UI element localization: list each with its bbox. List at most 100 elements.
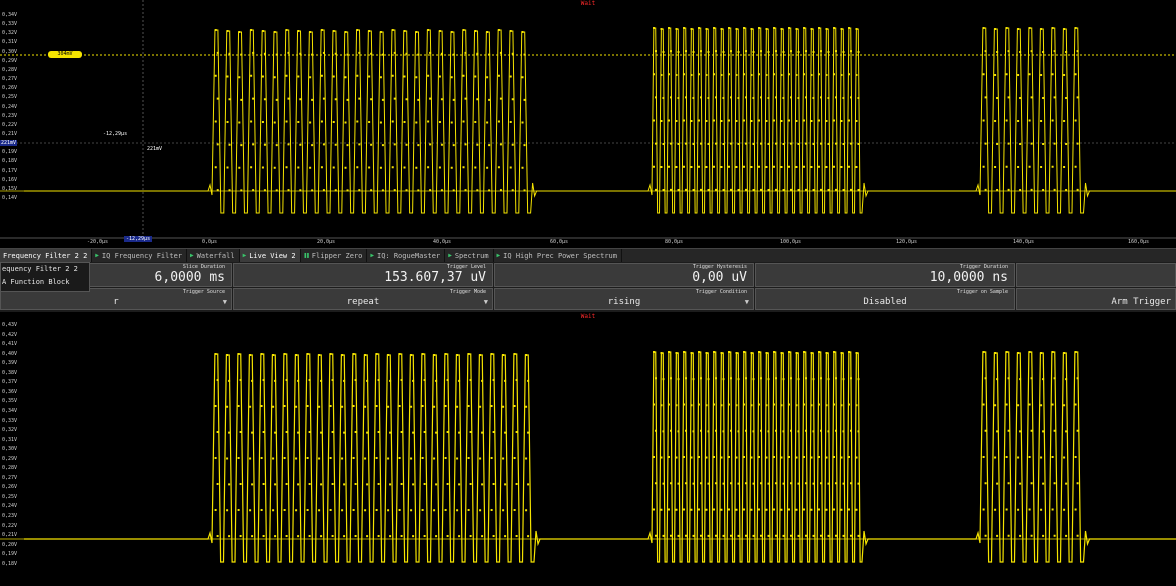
tab-frequency-filter-2-2[interactable]: Frequency Filter 2 2 [0, 249, 93, 262]
y-tick-label: 0,33V [2, 21, 18, 28]
y-tick-label: 0,38V [2, 369, 18, 376]
slice-duration-value: 6,0000 ms [154, 270, 225, 285]
y-tick-label: 0,21V [2, 130, 18, 137]
trigger-hysteresis-value: 0,00 uV [692, 270, 747, 285]
context-menu: equency Filter 2 2 A Function Block [0, 262, 90, 292]
bottom-waveform-canvas[interactable] [0, 312, 1176, 586]
y-tick-label: 0,16V [2, 176, 18, 183]
y-tick-label: 0,25V [2, 94, 18, 101]
cursor-x-axis-label[interactable]: -12,29µs [124, 236, 153, 242]
trigger-on-sample-label: Trigger on Sample [956, 289, 1008, 295]
trigger-condition-select[interactable]: Trigger Condition rising ▼ [494, 288, 754, 310]
trigger-duration-value: 10,0000 ns [929, 270, 1008, 285]
tab-label: IQ High Prec Power Spectrum [503, 251, 617, 260]
y-tick-label: 0,28V [2, 465, 18, 472]
tab-iq-roguemaster[interactable]: ▶ IQ: RogueMaster [367, 249, 446, 262]
tab-label: IQ Frequency Filter [101, 251, 182, 260]
x-tick-label: 20,0µs [317, 239, 336, 245]
x-tick-label: 60,0µs [550, 239, 569, 245]
bottom-oscilloscope-plot[interactable]: Wait 0,43V 0,42V 0,41V 0,40V 0,39V 0,38V 0,37V… [0, 312, 1176, 586]
y-tick-label: 0,33V [2, 417, 18, 424]
y-tick-label: 0,24V [2, 103, 18, 110]
play-icon: ▶ [496, 252, 501, 259]
y-tick-label: 0,40V [2, 350, 18, 357]
trigger-condition-value: rising [607, 297, 641, 307]
trigger-source-value: r [113, 297, 119, 307]
context-menu-item[interactable]: equency Filter 2 2 [1, 263, 89, 276]
tab-flipper-zero[interactable]: ❚❚ Flipper Zero [300, 249, 368, 262]
trigger-source-label: Trigger Source [182, 289, 225, 295]
tab-spectrum[interactable]: ▶ Spectrum [445, 249, 494, 262]
y-tick-label: 0,28V [2, 66, 18, 73]
play-icon: ▶ [190, 252, 194, 259]
x-tick-label: 100,0µs [780, 239, 802, 245]
y-tick-label: 0,20V [2, 541, 18, 548]
context-menu-item[interactable]: A Function Block [1, 276, 89, 289]
trigger-mode-select[interactable]: Trigger Mode repeat ▼ [233, 288, 493, 310]
y-tick-label: 0,23V [2, 513, 18, 519]
cursor-x-label: -12,29µs [103, 131, 128, 137]
y-tick-label: 0,29V [2, 57, 18, 64]
y-tick-label: 0,31V [2, 436, 18, 443]
play-icon: ▶ [370, 252, 374, 259]
tab-waterfall[interactable]: ▶ Waterfall [187, 249, 240, 262]
cursor-y-axis-label[interactable]: 221mV [0, 140, 18, 146]
x-tick-label: 160,0µs [1128, 239, 1150, 245]
trigger-on-sample-value: Disabled [863, 297, 907, 307]
y-tick-label: 0,25V [2, 493, 18, 500]
trigger-control-panel: Slice Duration 6,0000 ms Trigger Level 1… [0, 262, 1176, 312]
x-tick-label: 140,0µs [1013, 239, 1035, 245]
y-tick-label: 0,34V [2, 407, 18, 414]
tab-label: Live View 2 [249, 251, 296, 260]
y-tick-label: 0,19V [2, 551, 18, 558]
y-tick-label: 0,21V [2, 532, 18, 539]
top-waveform-canvas[interactable] [0, 0, 1176, 248]
y-tick-label: 0,24V [2, 503, 18, 510]
chevron-down-icon: ▼ [744, 298, 749, 306]
top-oscilloscope-plot[interactable]: Wait 0,34V 0,33V 0,32V 0,31V 0,30V 0,29V 0,28V… [0, 0, 1176, 248]
cursor-y-label: 221mV [147, 146, 163, 152]
trigger-level-marker[interactable]: 304mV [48, 51, 82, 58]
y-tick-label: 0,36V [2, 388, 18, 395]
y-tick-label: 0,18V [2, 158, 18, 165]
y-tick-label: 0,41V [2, 341, 18, 348]
y-tick-label: 0,32V [2, 30, 18, 37]
trigger-level-value: 153.607,37 uV [384, 270, 486, 285]
trigger-mode-label: Trigger Mode [449, 289, 486, 295]
x-tick-label: 0,0µs [202, 239, 218, 245]
play-icon: ▶ [242, 252, 247, 259]
chevron-down-icon: ▼ [222, 298, 227, 306]
tab-bar: Frequency Filter 2 2 ▶ IQ Frequency Filter… [0, 248, 1176, 262]
tab-live-view-2[interactable]: ▶ Live View 2 [239, 249, 301, 262]
trigger-level-field[interactable]: Trigger Level 153.607,37 uV [233, 263, 493, 287]
x-tick-label: 80,0µs [665, 239, 684, 245]
y-tick-label: 0,34V [2, 12, 18, 18]
y-tick-label: 0,42V [2, 331, 18, 338]
y-tick-label: 0,29V [2, 455, 18, 462]
tab-label: Waterfall [196, 251, 235, 260]
y-tick-label: 0,35V [2, 398, 18, 405]
arm-trigger-button[interactable]: Arm Trigger [1016, 288, 1176, 310]
top-status-text: Wait [580, 0, 596, 7]
y-tick-label: 0,37V [2, 379, 18, 386]
y-tick-label: 0,30V [2, 48, 18, 55]
x-tick-label: -20,0µs [87, 239, 109, 245]
y-tick-label: 0,27V [2, 474, 18, 481]
empty-field[interactable] [1016, 263, 1176, 287]
trigger-duration-field[interactable]: Trigger Duration 10,0000 ns [755, 263, 1015, 287]
y-tick-label: 0,26V [2, 484, 18, 491]
trigger-on-sample-select[interactable]: Trigger on Sample Disabled [755, 288, 1015, 310]
y-tick-label: 0,19V [2, 149, 18, 156]
pause-icon: ❚❚ [303, 252, 310, 259]
trigger-hysteresis-field[interactable]: Trigger Hysteresis 0,00 uV [494, 263, 754, 287]
y-tick-label: 0,18V [2, 560, 18, 567]
tab-iq-high-prec-power-spectrum[interactable]: ▶ IQ High Prec Power Spectrum [493, 249, 622, 262]
tab-iq-frequency-filter[interactable]: ▶ IQ Frequency Filter [92, 249, 187, 262]
play-icon: ▶ [448, 252, 452, 259]
tab-label: Spectrum [454, 251, 489, 260]
trigger-mode-value: repeat [346, 297, 380, 307]
y-tick-label: 0,39V [2, 360, 18, 367]
y-tick-label: 0,26V [2, 85, 18, 92]
x-tick-label: 40,0µs [433, 239, 452, 245]
y-tick-label: 0,32V [2, 427, 18, 434]
